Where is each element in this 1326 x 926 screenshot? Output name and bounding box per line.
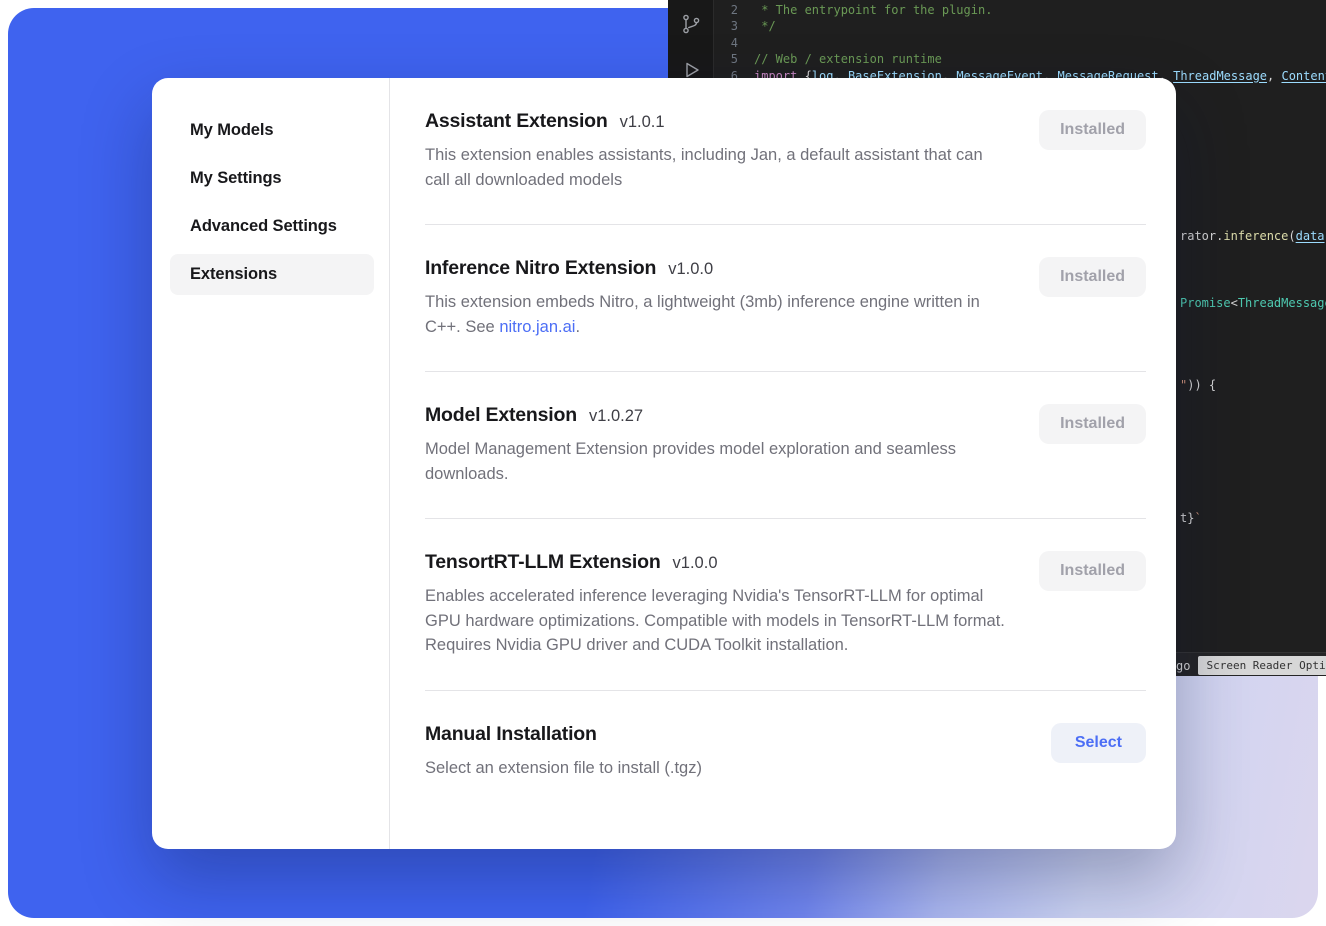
code-token: ThreadMessage [1238, 296, 1326, 310]
screen-reader-badge[interactable]: Screen Reader Optimize [1198, 656, 1326, 675]
nitro-jan-ai-link[interactable]: nitro.jan.ai [499, 318, 575, 336]
installed-button[interactable]: Installed [1039, 110, 1146, 150]
code-token: rator. [1180, 229, 1223, 243]
extension-description: Model Management Extension provides mode… [425, 437, 1007, 486]
editor-code: * The entrypoint for the plugin. */ // We… [754, 2, 1326, 84]
extension-version: v1.0.1 [620, 113, 665, 132]
extension-version: v1.0.0 [668, 260, 713, 279]
extension-version: v1.0.27 [589, 407, 643, 426]
description-text: Select an extension file to install (.tg… [425, 759, 702, 777]
extension-description: Select an extension file to install (.tg… [425, 756, 702, 781]
extension-description: This extension enables assistants, inclu… [425, 143, 1007, 192]
code-line [754, 35, 1326, 51]
extension-row: Assistant Extension v1.0.1 This extensio… [425, 110, 1146, 225]
code-token: < [1231, 296, 1238, 310]
code-token: data [1296, 229, 1325, 243]
code-token: ThreadMessage [1173, 69, 1267, 83]
code-token: , [1267, 69, 1281, 83]
settings-sidebar: My Models My Settings Advanced Settings Ext… [152, 78, 390, 849]
description-text: . [575, 318, 580, 336]
extensions-list: Assistant Extension v1.0.1 This extensio… [390, 78, 1176, 849]
extension-name: Inference Nitro Extension [425, 257, 656, 280]
code-token: Promise [1180, 296, 1231, 310]
line-number: 5 [714, 51, 738, 67]
installed-button[interactable]: Installed [1039, 551, 1146, 591]
code-fragment: ")) { [1180, 378, 1216, 392]
code-token: inference [1223, 229, 1288, 243]
extension-row: Model Extension v1.0.27 Model Management… [425, 372, 1146, 519]
code-token: // Web / extension runtime [754, 52, 942, 66]
sidebar-item-my-settings[interactable]: My Settings [170, 158, 374, 199]
extension-version: v1.0.0 [673, 554, 718, 573]
code-line: // Web / extension runtime [754, 51, 1326, 67]
source-control-icon[interactable] [679, 12, 703, 36]
extension-name: TensortRT-LLM Extension [425, 551, 661, 574]
extension-description: Enables accelerated inference leveraging… [425, 584, 1007, 658]
extension-row: TensortRT-LLM Extension v1.0.0 Enables a… [425, 519, 1146, 691]
line-number: 4 [714, 35, 738, 51]
extension-name: Manual Installation [425, 723, 597, 746]
editor-line-numbers: 23456 [714, 2, 754, 84]
sidebar-item-extensions[interactable]: Extensions [170, 254, 374, 295]
line-number: 3 [714, 18, 738, 34]
status-text: go [1176, 659, 1190, 673]
line-number: 2 [714, 2, 738, 18]
installed-button[interactable]: Installed [1039, 404, 1146, 444]
description-text: Enables accelerated inference leveraging… [425, 587, 1005, 654]
extension-row: Inference Nitro Extension v1.0.0 This ex… [425, 225, 1146, 372]
code-token: */ [754, 19, 776, 33]
code-fragment: rator.inference(data)); [1180, 229, 1326, 243]
description-text: Model Management Extension provides mode… [425, 440, 956, 483]
select-button[interactable]: Select [1051, 723, 1146, 763]
sidebar-item-my-models[interactable]: My Models [170, 110, 374, 151]
code-line: */ [754, 18, 1326, 34]
code-token: * The entrypoint for the plugin. [754, 3, 992, 17]
code-line: * The entrypoint for the plugin. [754, 2, 1326, 18]
installed-button[interactable]: Installed [1039, 257, 1146, 297]
extension-row: Manual Installation Select an extension … [425, 691, 1146, 813]
description-text: This extension enables assistants, inclu… [425, 146, 983, 189]
code-token: t} [1180, 511, 1194, 525]
extension-name: Assistant Extension [425, 110, 608, 133]
code-token: ( [1288, 229, 1295, 243]
settings-card: My Models My Settings Advanced Settings Ext… [152, 78, 1176, 849]
code-fragment: t}` [1180, 511, 1202, 525]
extension-description: This extension embeds Nitro, a lightweig… [425, 290, 1007, 339]
code-token: )) { [1187, 378, 1216, 392]
code-token: ` [1194, 511, 1201, 525]
extension-name: Model Extension [425, 404, 577, 427]
code-fragment: Promise<ThreadMessage> [1180, 296, 1326, 310]
sidebar-item-advanced-settings[interactable]: Advanced Settings [170, 206, 374, 247]
code-token: ContentType [1281, 69, 1326, 83]
